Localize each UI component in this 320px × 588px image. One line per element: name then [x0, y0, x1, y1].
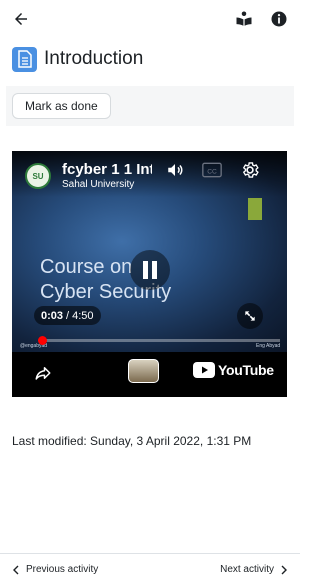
info-icon[interactable] — [268, 8, 290, 30]
video-player[interactable]: Course on Cyber Security SU fcyber 1 1 I… — [12, 151, 287, 397]
next-activity-link[interactable]: Next activity — [220, 564, 288, 575]
activity-navigation: Previous activity Next activity — [0, 553, 300, 588]
previous-activity-label: Previous activity — [26, 564, 99, 575]
captions-icon[interactable]: CC — [202, 162, 222, 183]
page-title: Introduction — [44, 48, 144, 69]
chevron-left-icon — [13, 565, 19, 574]
document-icon — [12, 46, 37, 72]
back-arrow-icon[interactable] — [10, 8, 32, 30]
last-modified: Last modified: Sunday, 3 April 2022, 1:3… — [12, 434, 252, 448]
slide-decoration — [248, 198, 262, 220]
video-bottom-bar: YouTube — [12, 352, 287, 397]
top-bar — [0, 0, 300, 38]
previous-activity-link[interactable]: Previous activity — [12, 564, 98, 575]
expand-icon — [245, 311, 255, 321]
fullscreen-button[interactable] — [237, 303, 263, 329]
time-display: 0:03 / 4:50 — [34, 306, 101, 325]
settings-gear-icon[interactable] — [240, 160, 260, 185]
volume-icon[interactable] — [165, 161, 185, 184]
completion-panel: Mark as done — [6, 86, 294, 126]
next-activity-label: Next activity — [220, 564, 274, 575]
pause-icon — [143, 261, 157, 279]
video-channel[interactable]: Sahal University — [62, 179, 134, 190]
youtube-wordmark: YouTube — [218, 362, 274, 378]
channel-logo[interactable]: SU — [25, 163, 51, 189]
pause-button[interactable] — [130, 250, 170, 290]
duration: 4:50 — [72, 309, 94, 322]
video-frame[interactable]: Course on Cyber Security SU fcyber 1 1 I… — [12, 151, 287, 352]
page-header: Introduction — [12, 46, 143, 72]
book-reader-icon[interactable] — [233, 8, 255, 30]
watermark-right: Eng Abyad — [256, 343, 281, 349]
youtube-logo[interactable]: YouTube — [193, 362, 274, 378]
time-separator: / — [66, 309, 70, 322]
share-icon[interactable] — [34, 364, 52, 387]
svg-text:CC: CC — [207, 168, 217, 175]
video-thumbnail[interactable] — [128, 359, 159, 383]
youtube-play-icon — [193, 362, 215, 378]
current-time: 0:03 — [41, 309, 64, 322]
progress-bar[interactable] — [38, 336, 280, 345]
video-title[interactable]: fcyber 1 1 Int — [62, 161, 152, 178]
chevron-right-icon — [281, 565, 287, 574]
mark-as-done-button[interactable]: Mark as done — [12, 93, 111, 119]
